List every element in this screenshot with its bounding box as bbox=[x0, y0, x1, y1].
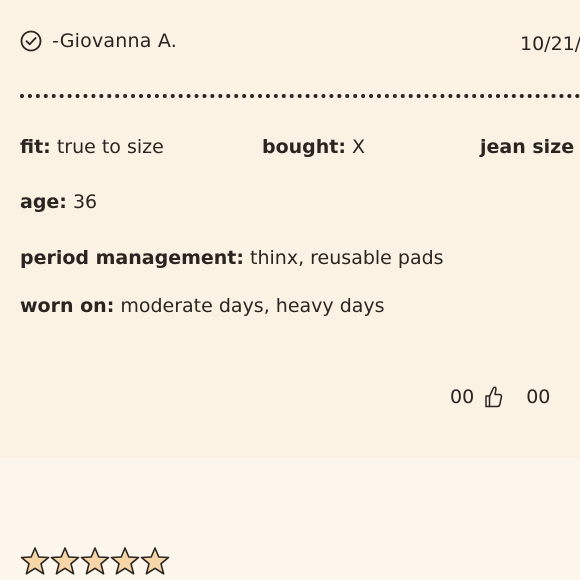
star-rating bbox=[20, 546, 170, 576]
check-circle-icon bbox=[20, 30, 42, 52]
star-icon[interactable] bbox=[50, 546, 80, 576]
worn-on-value: moderate days, heavy days bbox=[120, 295, 385, 317]
review-header: -Giovanna A. bbox=[20, 30, 177, 52]
worn-on-attribute: worn on: moderate days, heavy days bbox=[20, 295, 385, 317]
fit-value: true to size bbox=[56, 136, 164, 158]
star-icon[interactable] bbox=[80, 546, 110, 576]
period-management-label: period management: bbox=[20, 247, 244, 269]
age-label: age: bbox=[20, 191, 67, 213]
fit-label: fit: bbox=[20, 136, 51, 158]
period-management-attribute: period management: thinx, reusable pads bbox=[20, 247, 444, 269]
age-attribute: age: 36 bbox=[20, 191, 97, 213]
star-icon[interactable] bbox=[110, 546, 140, 576]
worn-on-label: worn on: bbox=[20, 295, 115, 317]
helpful-down-count: 00 bbox=[526, 386, 551, 408]
fit-attribute: fit: true to size bbox=[20, 136, 164, 158]
age-value: 36 bbox=[72, 191, 98, 213]
jean-size-attribute: jean size bbox=[480, 136, 574, 158]
review-date: 10/21/ bbox=[520, 33, 580, 55]
thumbs-up-icon[interactable] bbox=[482, 385, 504, 409]
reviewer-name: -Giovanna A. bbox=[52, 30, 177, 52]
bought-attribute: bought: X bbox=[262, 136, 365, 158]
review-card: -Giovanna A. 10/21/ fit: true to size bo… bbox=[0, 0, 580, 458]
jean-size-label: jean size bbox=[480, 136, 575, 158]
bought-value: X bbox=[352, 136, 366, 158]
helpful-votes: 00 00 bbox=[450, 385, 550, 409]
period-management-value: thinx, reusable pads bbox=[250, 247, 444, 269]
star-icon[interactable] bbox=[140, 546, 170, 576]
star-icon[interactable] bbox=[20, 546, 50, 576]
dotted-divider bbox=[20, 94, 580, 98]
bought-label: bought: bbox=[262, 136, 346, 158]
helpful-up-count: 00 bbox=[450, 386, 475, 408]
